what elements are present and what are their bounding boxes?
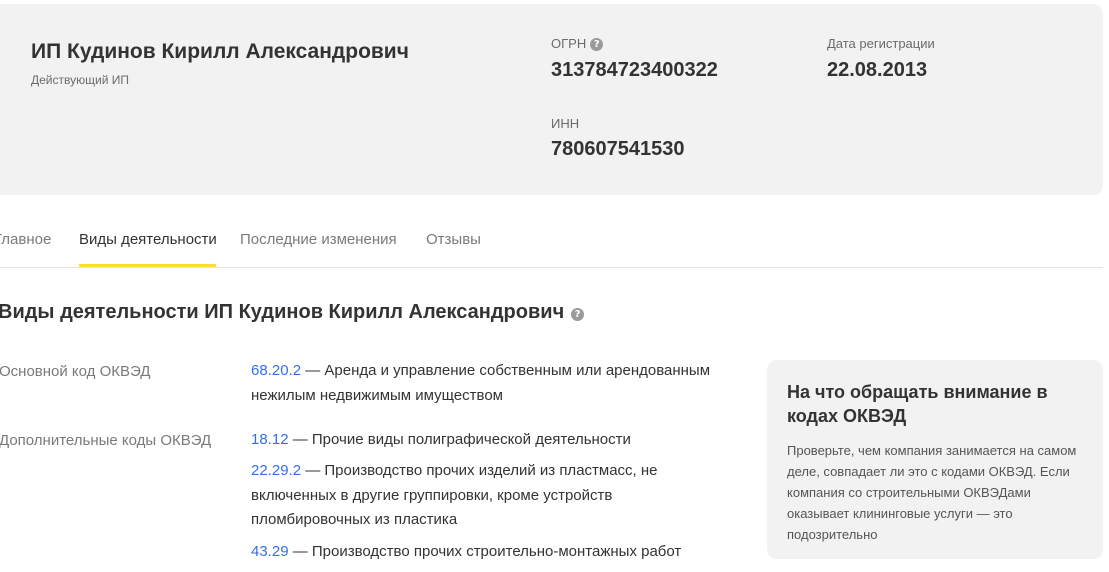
active-tab-indicator	[79, 264, 216, 267]
okved-item: 18.12 — Прочие виды полиграфической деят…	[251, 428, 731, 453]
okved-tips-card: На что обращать внимание в кодах ОКВЭД П…	[767, 360, 1103, 559]
tips-text: Проверьте, чем компания занимается на са…	[787, 443, 1077, 542]
inn-label: ИНН	[551, 116, 580, 131]
ogrn-value: 313784723400322	[551, 59, 718, 81]
okved-item: 43.29 — Производство прочих строительно-…	[251, 540, 731, 565]
ogrn-help-icon[interactable]: ?	[590, 38, 604, 51]
okved-description: — Производство прочих изделий из пластма…	[251, 462, 658, 528]
section-help-icon[interactable]: ?	[571, 308, 585, 321]
tab-reviews[interactable]: Отзывы	[426, 231, 481, 248]
okved-description: — Аренда и управление собственным или ар…	[251, 362, 711, 404]
okved-item: 22.29.2 — Производство прочих изделий из…	[251, 459, 681, 533]
section-title-row: Виды деятельности ИП Кудинов Кирилл Алек…	[0, 301, 585, 324]
okved-description: — Производство прочих строительно-монтаж…	[288, 543, 682, 560]
ogrn-label: ОГРН	[551, 36, 587, 51]
okved-code-link[interactable]: 43.29	[251, 543, 289, 560]
tab-recent-changes[interactable]: Последние изменения	[240, 231, 397, 248]
section-title: Виды деятельности ИП Кудинов Кирилл Алек…	[0, 301, 565, 323]
tab-bar: Главное Виды деятельности Последние изме…	[0, 214, 1103, 268]
additional-okved-label: Дополнительные коды ОКВЭД	[0, 432, 212, 449]
main-okved-label: Основной код ОКВЭД	[0, 363, 151, 380]
okved-description: — Прочие виды полиграфической деятельнос…	[288, 431, 631, 448]
tab-activities[interactable]: Виды деятельности	[79, 231, 217, 248]
okved-code-link[interactable]: 22.29.2	[251, 462, 301, 479]
okved-code-link[interactable]: 68.20.2	[251, 362, 301, 379]
inn-value: 780607541530	[551, 138, 685, 160]
company-status: Действующий ИП	[31, 73, 129, 87]
registration-date-value: 22.08.2013	[827, 59, 928, 81]
ogrn-label-row: ОГРН?	[551, 36, 604, 51]
okved-code-link[interactable]: 18.12	[251, 431, 289, 448]
registration-date-label: Дата регистрации	[827, 36, 935, 51]
tab-main[interactable]: Главное	[0, 231, 51, 248]
company-name: ИП Кудинов Кирилл Александрович	[31, 40, 409, 63]
okved-item: 68.20.2 — Аренда и управление собственны…	[251, 359, 731, 408]
company-header-card: ИП Кудинов Кирилл Александрович Действую…	[0, 4, 1103, 195]
tips-title: На что обращать внимание в кодах ОКВЭД	[787, 382, 1048, 426]
